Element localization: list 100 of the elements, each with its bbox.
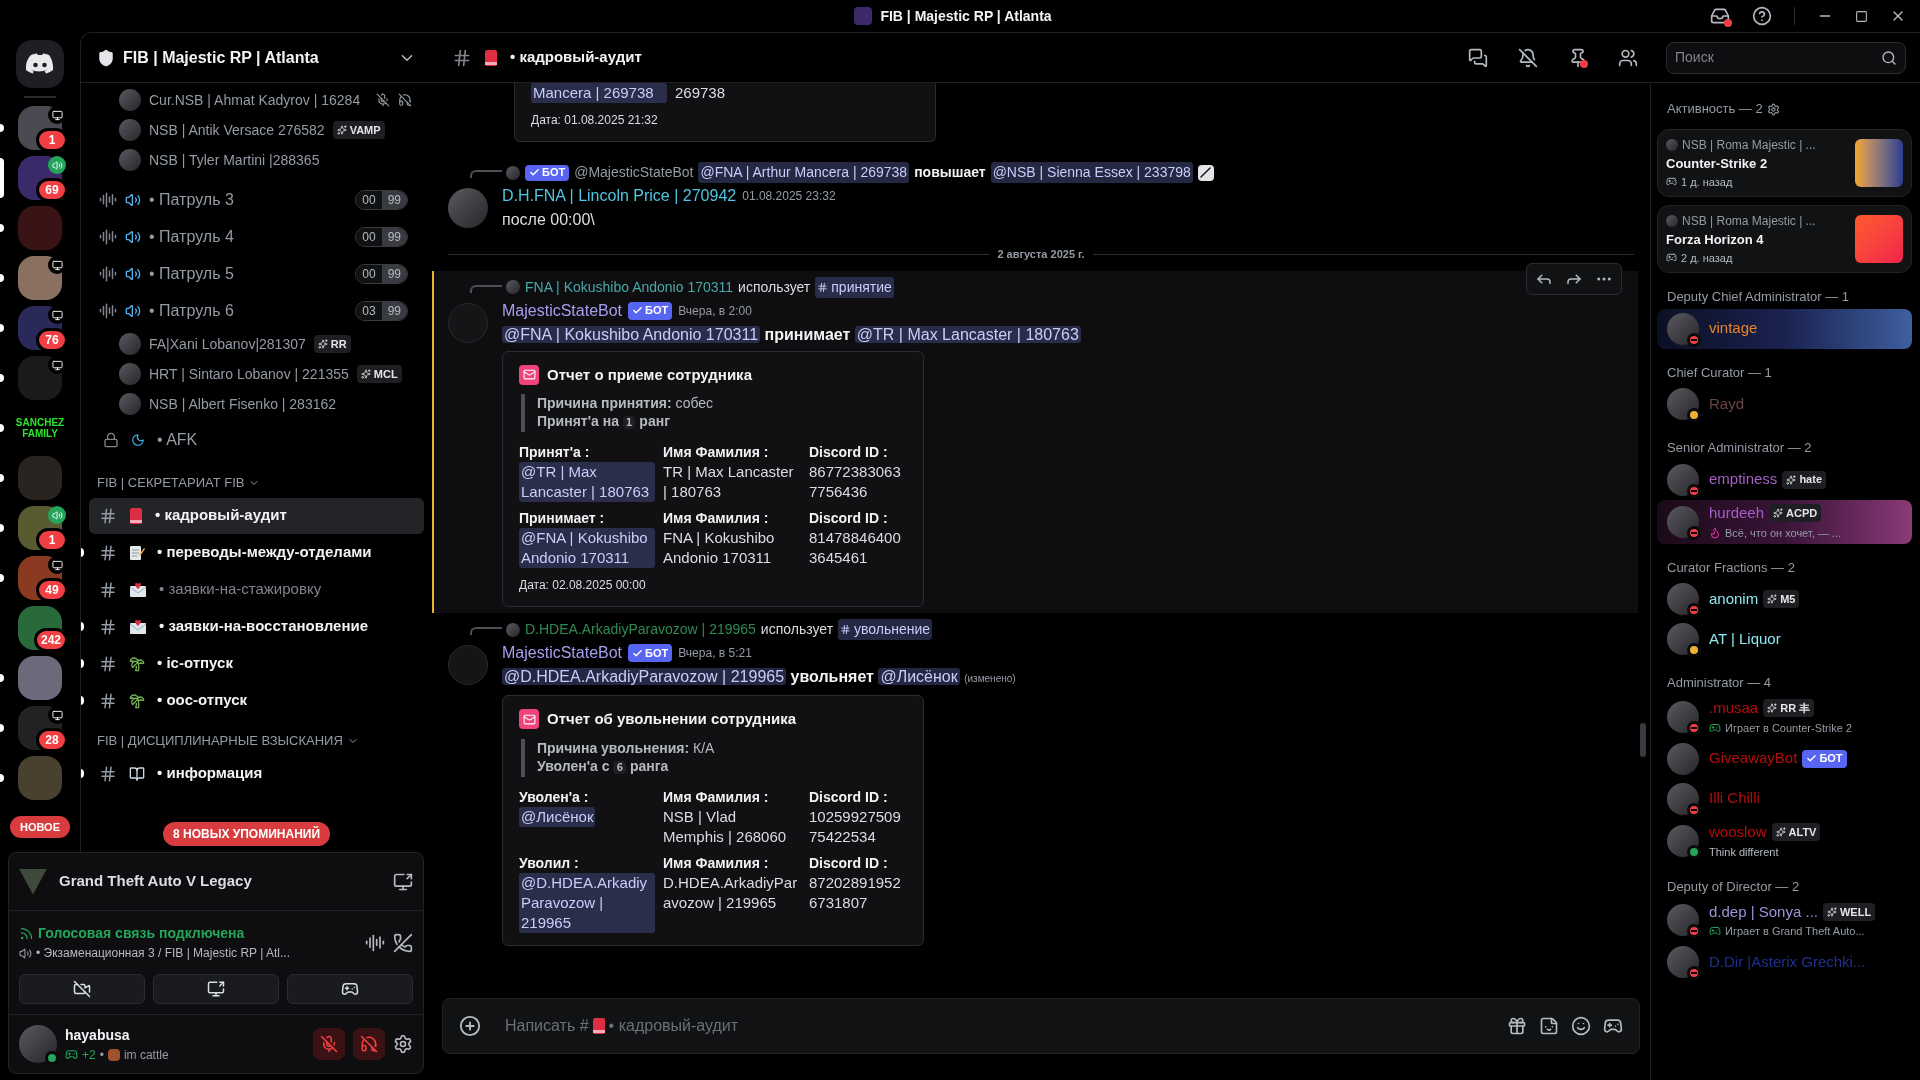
members-icon[interactable]	[1618, 47, 1638, 68]
command-link[interactable]: принятие	[815, 276, 894, 298]
text-channel[interactable]: • заявки-на-восстановление	[89, 608, 424, 645]
voice-user-name[interactable]: NSB | Albert Fisenko | 283162	[149, 393, 337, 415]
author-name[interactable]: MajesticStateBot	[502, 641, 623, 665]
voice-channel[interactable]: • Патруль 6 03 99	[85, 292, 420, 329]
lock-icon	[103, 432, 119, 448]
voice-user-name[interactable]: NSB | Antik Versace 276582	[149, 119, 325, 141]
voice-user-name[interactable]: HRT | Sintaro Lobanov | 221355	[149, 363, 349, 385]
reply-spine	[470, 170, 502, 178]
user-mention[interactable]: @Лисёнок	[878, 668, 960, 685]
deafen-button[interactable]	[353, 1028, 385, 1060]
new-button[interactable]: НОВОЕ	[9, 816, 71, 838]
home-button[interactable]	[16, 40, 64, 88]
maximize-icon[interactable]	[1855, 9, 1868, 23]
activity-card[interactable]: NSB | Roma Majestic | ... Counter-Strike 2 1 д. назад	[1657, 129, 1912, 197]
category-header[interactable]: FIB | ДИСЦИПЛИНАРНЫЕ ВЗЫСКАНИЯ	[97, 731, 343, 751]
server-icon[interactable]: SANCHEZ FAMILY	[16, 406, 64, 450]
user-mention[interactable]: @D.HDEA.ArkadiyParavozow | 219965	[502, 668, 787, 685]
voice-channel[interactable]: • AFK	[85, 419, 420, 461]
screen-share-icon[interactable]	[393, 871, 413, 892]
voice-channel[interactable]: • Патруль 3 00 99	[85, 181, 420, 218]
member-name: vintage	[1709, 318, 1758, 339]
user-mention[interactable]: @TR | Max Lancaster | 180763	[854, 325, 1081, 343]
user-mention[interactable]: Mancera | 269738	[531, 83, 667, 103]
member-row[interactable]: emptiness hate	[1657, 459, 1912, 500]
voice-channel[interactable]: • Патруль 5 00 99	[85, 255, 420, 292]
author-name[interactable]: MajesticStateBot	[502, 298, 623, 323]
user-mention[interactable]: @FNA | Kokushibo Andonio 170311	[502, 325, 761, 343]
channel-name: • кадровый-аудит	[155, 505, 287, 526]
activity-time: 2 д. назад	[1681, 250, 1733, 266]
threads-icon[interactable]	[1468, 47, 1488, 68]
gamepad-icon	[1709, 721, 1721, 734]
field-name: Принят'а :	[519, 443, 591, 462]
unread-count-badge: 69	[36, 178, 68, 202]
author-name[interactable]: D.H.FNA | Lincoln Price | 270942	[502, 184, 737, 208]
member-row[interactable]: GiveawayBot БОТ	[1657, 738, 1912, 779]
unread-count-badge: 49	[36, 578, 68, 602]
channel-name: • Патруль 6	[149, 300, 234, 321]
muted-bell-icon[interactable]	[1518, 47, 1538, 68]
interaction-user[interactable]: FNA | Kokushibo Andonio 170311	[525, 276, 734, 298]
help-icon[interactable]	[1752, 6, 1772, 26]
user-mention[interactable]: @FNA | Arthur Mancera | 269738	[698, 162, 910, 183]
member-status-text: Играет в Grand Theft Auto...	[1725, 924, 1865, 939]
text-channel[interactable]: • информация	[89, 755, 424, 792]
voice-channel-name[interactable]: • Экзаменационная 3 / FIB | Majestic RP | Atl...	[36, 944, 290, 962]
disconnect-icon[interactable]	[393, 932, 413, 953]
message-text: @FNA | Kokushibo Andonio 170311 принимает @TR | Max Lancaster | 180763	[502, 324, 1082, 345]
command-link[interactable]: увольнение	[838, 619, 933, 640]
user-mention[interactable]: @D.HDEA.ArkadiyParavozow | 219965	[519, 872, 655, 933]
member-row[interactable]: anonim M5	[1657, 579, 1912, 619]
camera-off-button[interactable]	[19, 974, 145, 1004]
reason-line: Причина увольнения: К/А	[537, 738, 716, 757]
category-header[interactable]: FIB | СЕКРЕТАРИАТ FIB	[97, 473, 245, 493]
server-title[interactable]: FIB | Majestic RP | Atlanta	[123, 45, 319, 70]
search-field[interactable]: Поиск	[1666, 41, 1906, 74]
inbox-icon[interactable]	[1710, 6, 1730, 26]
text-channel[interactable]: • ooc-отпуск	[89, 682, 424, 719]
activity-button[interactable]	[287, 974, 413, 1004]
member-row[interactable]: hurdeeh ACPD Всё, что он хочет, — ...	[1657, 499, 1912, 544]
user-mention[interactable]: @FNA | Kokushibo Andonio 170311	[519, 528, 655, 568]
voice-user-name[interactable]: NSB | Tyler Martini |288365	[149, 149, 320, 171]
palm-tree-icon	[129, 692, 145, 709]
envelope-icon	[519, 364, 539, 385]
text-channel[interactable]: • кадровый-аудит	[89, 497, 424, 534]
add-icon[interactable]	[459, 1015, 481, 1037]
text-channel[interactable]: • заявки-на-стажировку	[89, 571, 424, 608]
user-mention[interactable]: @TR | Max Lancaster | 180763	[519, 462, 655, 502]
voice-user-name[interactable]: FA|Xani Lobanov|281307	[149, 333, 306, 355]
interaction-user[interactable]: D.HDEA.ArkadiyParavozow | 219965	[525, 619, 756, 640]
field-value: 1025992750975422534	[809, 806, 902, 847]
avatar-photo	[1667, 742, 1699, 775]
mute-button[interactable]	[313, 1028, 345, 1060]
voice-user-name[interactable]: Cur.NSB | Ahmat Kadyrov | 16284	[149, 89, 361, 111]
voice-channel[interactable]: • Патруль 4 00 99	[85, 218, 420, 255]
text-channel[interactable]: • переводы-между-отделами	[89, 534, 424, 571]
message-input[interactable]: Написать # • кадровый-аудит	[442, 998, 1640, 1054]
activity-card[interactable]: NSB | Roma Majestic | ... Forza Horizon 4 2 д. назад	[1657, 205, 1912, 273]
settings-icon[interactable]	[393, 1034, 413, 1054]
member-row[interactable]: .musaa RR 丰 Играет в Counter-Strike 2	[1657, 694, 1912, 739]
new-mentions-button[interactable]: 8 НОВЫХ УПОМИНАНИЙ	[163, 822, 331, 846]
user-name[interactable]: hayabusa	[65, 1024, 305, 1046]
field-name: Уволен'а :	[519, 787, 590, 807]
member-row[interactable]: AT | Liquor	[1657, 619, 1912, 659]
avatar-photo	[1667, 824, 1699, 857]
gamepad-icon[interactable]	[1603, 1016, 1623, 1036]
user-mention[interactable]: @Лисёнок	[519, 806, 596, 827]
reply-author[interactable]: @MajesticStateBot	[574, 162, 694, 183]
avatar-photo	[1666, 139, 1678, 151]
settings-icon[interactable]	[1766, 102, 1780, 116]
bot-avatar	[448, 302, 488, 343]
user-mention[interactable]: @NSB | Sienna Essex | 233798	[990, 162, 1193, 183]
text-channel[interactable]: • ic-отпуск	[89, 645, 424, 682]
member-row[interactable]: d.dep | Sonya ... WELL Играет в Grand Theft Auto...	[1657, 898, 1912, 942]
member-row[interactable]: wooslow ALTV Think different	[1657, 818, 1912, 863]
screen-share-button[interactable]	[153, 974, 279, 1004]
command-icon	[1197, 164, 1214, 181]
sticker-icon[interactable]	[1539, 1016, 1559, 1036]
member-row[interactable]: vintage	[1657, 308, 1912, 349]
sleep-icon	[131, 433, 145, 447]
